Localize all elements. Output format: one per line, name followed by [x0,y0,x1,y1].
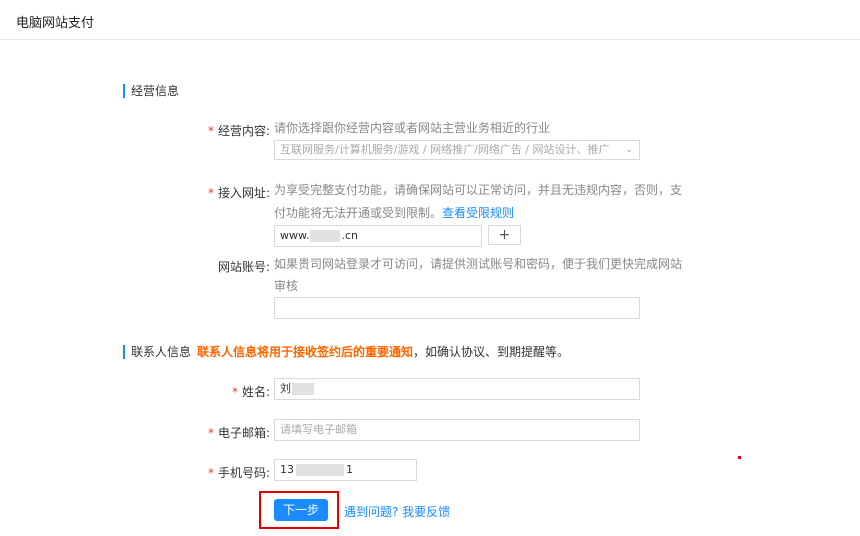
chevron-down-icon: ⌄ [625,145,633,155]
contact-name-label-text: 姓名: [241,385,270,399]
next-step-button[interactable]: 下一步 [274,499,328,521]
annotation-dot [738,456,741,459]
required-mark: * [207,466,214,480]
business-info-heading: 经营信息 [131,84,180,98]
contact-notice-rest: ，如确认协议、到期提醒等。 [413,345,570,359]
contact-phone-label: * 手机号码: [190,464,270,481]
contact-email-input[interactable]: 请填写电子邮箱 [274,419,640,441]
website-url-hint-line1: 为享受完整支付功能，请确保网站可以正常访问，并且无违规内容，否则，支 [274,183,683,197]
website-account-label: 网站账号: [190,258,270,275]
website-url-hint-text: 付功能将无法开通或受到限制。 [274,206,443,220]
website-url-prefix: www. [280,229,310,242]
required-mark: * [231,385,238,399]
contact-name-label: * 姓名: [190,383,270,400]
contact-phone-suffix: 1 [346,463,353,476]
contact-info-heading: 联系人信息 [131,345,192,359]
business-category-selected: 互联网服务/计算机服务/游戏 / 网络推广/网络广告 / 网站设计、推广 [280,143,610,156]
required-mark: * [207,124,214,138]
contact-name-value: 刘 [280,382,291,395]
contact-email-label: * 电子邮箱: [190,424,270,441]
masked-value [296,464,344,476]
business-info-section-title: 经营信息 [123,84,179,98]
required-mark: * [207,186,214,200]
website-account-hint-line2: 审核 [274,279,299,293]
contact-email-label-text: 电子邮箱: [217,426,270,440]
business-content-hint: 请你选择跟你经营内容或者网站主营业务相近的行业 [274,121,551,135]
contact-phone-label-text: 手机号码: [217,466,270,480]
contact-phone-prefix: 13 [280,463,294,476]
website-account-input[interactable] [274,297,640,319]
masked-value [310,230,341,242]
contact-notice: 联系人信息将用于接收签约后的重要通知 [197,345,414,359]
contact-info-section-title: 联系人信息 联系人信息将用于接收签约后的重要通知，如确认协议、到期提醒等。 [123,345,569,359]
website-url-label-text: 接入网址: [217,186,270,200]
website-url-hint-line2: 付功能将无法开通或受到限制。查看受限规则 [274,202,514,224]
business-content-label-text: 经营内容: [217,124,270,138]
website-account-hint-line1: 如果贵司网站登录才可访问，请提供测试账号和密码，便于我们更快完成网站 [274,257,683,271]
business-category-select[interactable]: 互联网服务/计算机服务/游戏 / 网络推广/网络广告 / 网站设计、推广 ⌄ [274,140,640,160]
masked-value [292,383,314,395]
contact-phone-input[interactable]: 13 1 [274,459,417,481]
business-content-label: * 经营内容: [190,122,270,139]
required-mark: * [207,426,214,440]
website-url-label: * 接入网址: [190,184,270,201]
website-url-input[interactable]: www. .cn [274,225,482,247]
website-url-suffix: .cn [341,229,359,242]
contact-name-input[interactable]: 刘 [274,378,640,400]
feedback-link[interactable]: 遇到问题? 我要反馈 [344,503,450,520]
page-header: 电脑网站支付 [0,0,860,40]
add-url-button[interactable]: + [488,225,521,245]
page-title: 电脑网站支付 [16,16,95,31]
restriction-rules-link[interactable]: 查看受限规则 [442,206,514,220]
website-account-label-text: 网站账号: [217,260,270,274]
